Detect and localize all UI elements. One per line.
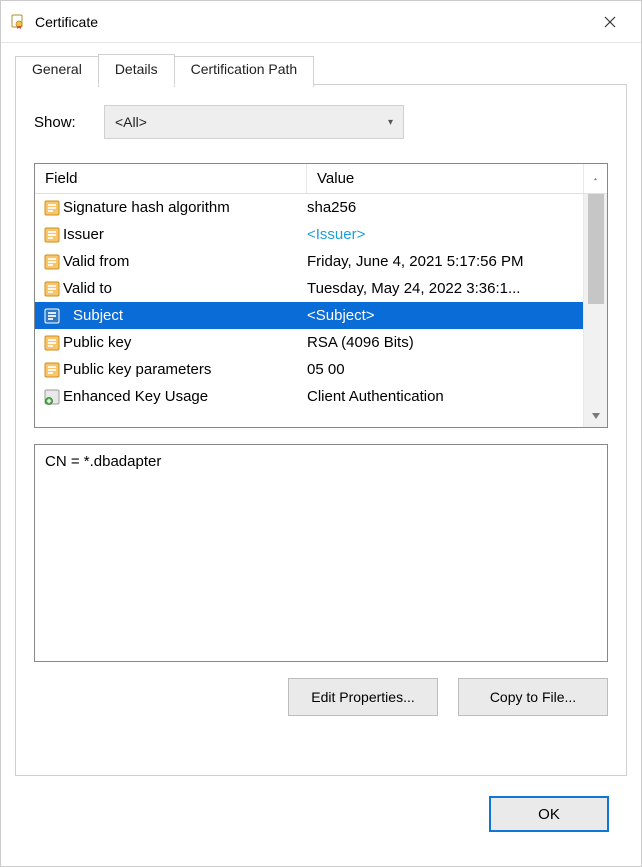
edit-properties-button[interactable]: Edit Properties...: [288, 678, 438, 716]
row-value: Tuesday, May 24, 2022 3:36:1...: [307, 280, 583, 297]
tab-general[interactable]: General: [15, 56, 99, 87]
list-row[interactable]: Public key parameters05 00: [35, 356, 583, 383]
tab-details[interactable]: Details: [98, 54, 175, 85]
tab-strip: General Details Certification Path: [15, 53, 627, 84]
details-panel: Show: <All> ▾ Field Value Signature hash…: [15, 84, 627, 776]
window-title: Certificate: [35, 14, 587, 30]
scroll-track[interactable]: [584, 194, 607, 405]
tab-certification-path[interactable]: Certification Path: [174, 56, 315, 87]
field-icon: [41, 199, 63, 217]
row-value: Friday, June 4, 2021 5:17:56 PM: [307, 253, 583, 270]
row-field: Public key: [63, 334, 307, 351]
list-row[interactable]: Valid fromFriday, June 4, 2021 5:17:56 P…: [35, 248, 583, 275]
list-body: Signature hash algorithmsha256Issuer<Iss…: [35, 194, 607, 427]
titlebar: Certificate: [1, 1, 641, 43]
row-field: Valid to: [63, 280, 307, 297]
ok-button[interactable]: OK: [489, 796, 609, 832]
row-field: Valid from: [63, 253, 307, 270]
list-row[interactable]: Enhanced Key UsageClient Authentication: [35, 383, 583, 410]
row-value: 05 00: [307, 361, 583, 378]
scroll-thumb[interactable]: [588, 194, 604, 304]
show-value: <All>: [115, 114, 147, 130]
button-row: Edit Properties... Copy to File...: [34, 678, 608, 716]
field-icon: [41, 307, 63, 325]
list-row[interactable]: Public keyRSA (4096 Bits): [35, 329, 583, 356]
list-row[interactable]: Signature hash algorithmsha256: [35, 194, 583, 221]
copy-to-file-button[interactable]: Copy to File...: [458, 678, 608, 716]
row-field: Issuer: [63, 226, 307, 243]
column-value[interactable]: Value: [307, 164, 583, 193]
list-row[interactable]: Valid toTuesday, May 24, 2022 3:36:1...: [35, 275, 583, 302]
footer: OK: [15, 776, 627, 852]
row-value: Client Authentication: [307, 388, 583, 405]
field-icon: [41, 334, 63, 352]
chevron-down-icon: ▾: [388, 117, 393, 128]
close-button[interactable]: [587, 6, 633, 38]
extension-icon: [41, 388, 63, 406]
rows-container: Signature hash algorithmsha256Issuer<Iss…: [35, 194, 583, 427]
detail-textbox[interactable]: CN = *.dbadapter: [34, 444, 608, 662]
content-area: General Details Certification Path Show:…: [1, 43, 641, 866]
scrollbar[interactable]: [583, 194, 607, 427]
row-value: <Subject>: [307, 307, 583, 324]
list-row[interactable]: Issuer<Issuer>: [35, 221, 583, 248]
column-field[interactable]: Field: [35, 164, 307, 193]
row-field: Subject: [63, 307, 307, 324]
show-label: Show:: [34, 114, 104, 131]
certificate-window: Certificate General Details Certificatio…: [0, 0, 642, 867]
field-icon: [41, 280, 63, 298]
scroll-up-button[interactable]: [583, 164, 607, 193]
row-value: <Issuer>: [307, 226, 583, 243]
certificate-icon: [9, 13, 27, 31]
field-icon: [41, 226, 63, 244]
row-field: Public key parameters: [63, 361, 307, 378]
field-icon: [41, 361, 63, 379]
show-row: Show: <All> ▾: [34, 105, 608, 139]
detail-text: CN = *.dbadapter: [45, 453, 161, 470]
fields-list: Field Value Signature hash algorithmsha2…: [34, 163, 608, 428]
row-field: Signature hash algorithm: [63, 199, 307, 216]
row-value: RSA (4096 Bits): [307, 334, 583, 351]
list-row[interactable]: Subject<Subject>: [35, 302, 583, 329]
field-icon: [41, 253, 63, 271]
show-combobox[interactable]: <All> ▾: [104, 105, 404, 139]
row-field: Enhanced Key Usage: [63, 388, 307, 405]
list-header: Field Value: [35, 164, 607, 194]
row-value: sha256: [307, 199, 583, 216]
scroll-down-button[interactable]: [584, 405, 607, 427]
